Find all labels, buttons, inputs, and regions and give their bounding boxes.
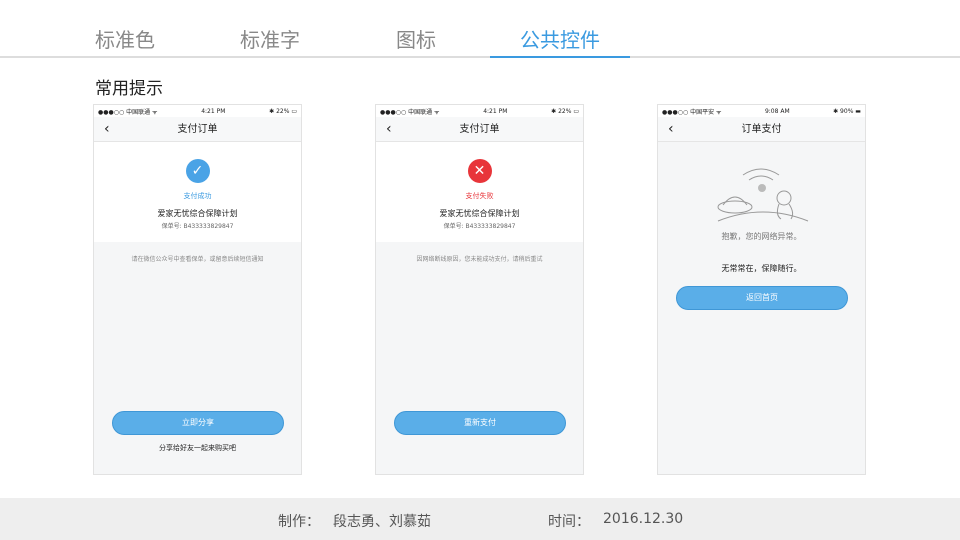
phone-success: ●●●○○ 中国联通 ᯤ 4:21 PM ✱ 22% ▭ ‹ 支付订单 ✓ 支付成功 … — [93, 104, 302, 475]
battery: ✱ 22% ▭ — [269, 107, 297, 115]
carrier: ●●●○○ 中国联通 ᯤ — [98, 108, 158, 116]
nav-title: 支付订单 — [177, 124, 218, 135]
battery: ✱ 90% ▬ — [833, 107, 861, 115]
policy-number: 保单号: B433333829847 — [161, 223, 234, 230]
authors: 段志勇、刘慕茹 — [333, 514, 431, 530]
tab-public-controls[interactable]: 公共控件 — [490, 24, 630, 58]
nav-title: 支付订单 — [459, 124, 500, 135]
tab-standard-colors[interactable]: 标准色 — [55, 24, 195, 53]
section-title: 常用提示 — [95, 79, 163, 99]
status-bar: ●●●○○ 中国平安 ᯤ 9:08 AM ✱ 90% ▬ — [658, 105, 865, 117]
clock: 9:08 AM — [764, 107, 790, 115]
hint-text: 请在微信公众号中查看保单，或留意后续短信通知 — [131, 256, 264, 263]
tab-icons[interactable]: 图标 — [346, 24, 486, 53]
retry-button[interactable]: 重新支付 — [394, 411, 566, 435]
carrier: ●●●○○ 中国平安 ᯤ — [662, 108, 722, 116]
nav-bar: ‹ 支付订单 — [376, 117, 583, 142]
error-text: 抱歉，您的网络异常。 — [721, 232, 802, 241]
nav-bar: ‹ 订单支付 — [658, 117, 865, 142]
result-card: ✕ 支付失败 爱家无忧综合保障计划 保单号: B433333829847 — [376, 142, 583, 242]
back-icon[interactable]: ‹ — [386, 117, 392, 142]
share-hint: 分享给好友一起来购买吧 — [159, 444, 236, 452]
status-bar: ●●●○○ 中国联通 ᯤ 4:21 PM ✱ 22% ▭ — [94, 105, 301, 117]
clock: 4:21 PM — [201, 107, 226, 115]
plan-name: 爱家无忧综合保障计划 — [439, 209, 520, 218]
nav-bar: ‹ 支付订单 — [94, 117, 301, 142]
check-icon: ✓ — [185, 159, 210, 183]
back-icon[interactable]: ‹ — [668, 117, 674, 142]
author-label: 制作： — [278, 514, 320, 530]
status-bar: ●●●○○ 中国联通 ᯤ 4:21 PM ✱ 22% ▭ — [376, 105, 583, 117]
nav-title: 订单支付 — [741, 124, 782, 135]
phone-failure: ●●●○○ 中国联通 ᯤ 4:21 PM ✱ 22% ▭ ‹ 支付订单 ✕ 支付失败 … — [375, 104, 584, 475]
battery: ✱ 22% ▭ — [551, 107, 579, 115]
status-text: 支付失败 — [465, 192, 494, 200]
phone-network-error: ●●●○○ 中国平安 ᯤ 9:08 AM ✱ 90% ▬ ‹ 订单支付 抱歉，您的网络… — [657, 104, 866, 475]
slogan: 无常常在，保障随行。 — [721, 264, 802, 273]
result-card: ✓ 支付成功 爱家无忧综合保障计划 保单号: B433333829847 — [94, 142, 301, 242]
carrier: ●●●○○ 中国联通 ᯤ — [380, 108, 440, 116]
clock: 4:21 PM — [483, 107, 508, 115]
status-text: 支付成功 — [183, 192, 212, 200]
tab-standard-fonts[interactable]: 标准字 — [200, 24, 340, 53]
tab-bar: 标准色 标准字 图标 公共控件 — [0, 0, 960, 58]
policy-number: 保单号: B433333829847 — [443, 223, 516, 230]
share-button[interactable]: 立即分享 — [112, 411, 284, 435]
back-icon[interactable]: ‹ — [104, 117, 110, 142]
error-icon: ✕ — [467, 159, 492, 183]
network-error-illustration — [717, 168, 809, 222]
hint-text: 因网络断线原因，您未能成功支付，请稍后重试 — [416, 256, 543, 263]
date: 2016.12.30 — [603, 511, 684, 527]
return-home-button[interactable]: 返回首页 — [676, 286, 848, 310]
footer: 制作： 段志勇、刘慕茹 时间： 2016.12.30 — [0, 498, 960, 540]
plan-name: 爱家无忧综合保障计划 — [157, 209, 238, 218]
time-label: 时间： — [548, 514, 590, 530]
